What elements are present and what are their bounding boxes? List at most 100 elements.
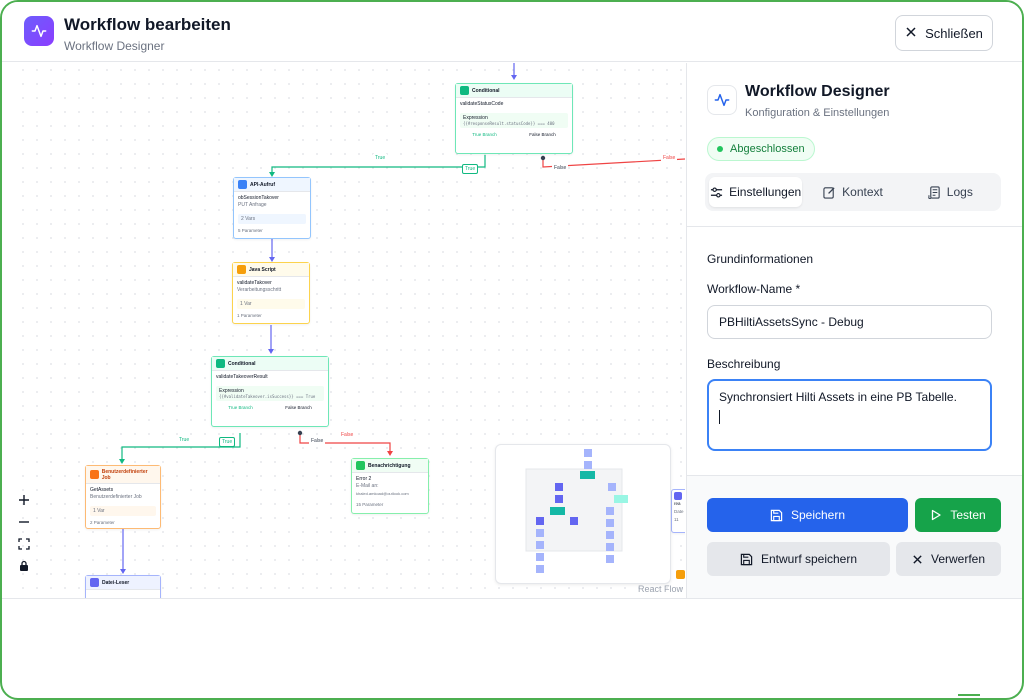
node-params: 11: [674, 517, 679, 522]
tab-label: Logs: [946, 185, 973, 199]
activity-icon: [707, 85, 737, 115]
node-file-reader[interactable]: Datei-Leser: [85, 575, 161, 598]
node-info: validateTakover Verarbeitungsschritt: [233, 277, 309, 297]
status-dot-icon: [717, 146, 723, 152]
description-value: Synchronsiert Hilti Assets in eine PB Ta…: [719, 390, 957, 404]
lock-button[interactable]: [16, 555, 32, 577]
node-header: Benutzerdefinierter Job: [86, 466, 160, 484]
node-type: Conditional: [228, 360, 256, 367]
node-name: obSessionTakover: [238, 195, 279, 201]
node-type: Java Script: [249, 266, 276, 273]
node-partial[interactable]: rea Date 11: [671, 489, 685, 533]
node-params: 2 Parameter: [90, 520, 115, 525]
description-textarea[interactable]: Synchronsiert Hilti Assets in eine PB Ta…: [707, 379, 992, 451]
branch-icon: [216, 359, 225, 368]
zoom-in-button[interactable]: [16, 489, 32, 511]
node-info: GetAssets Benutzerdefinierter Job: [86, 484, 160, 504]
node-params: 1 Parameter: [237, 313, 262, 318]
edge-label-true: True: [177, 436, 192, 444]
app-window: Workflow bearbeiten Workflow Designer Sc…: [0, 0, 1024, 700]
scroll-icon: [928, 185, 940, 199]
edge-label-true: True: [373, 154, 388, 162]
header: Workflow bearbeiten Workflow Designer Sc…: [2, 2, 1022, 62]
false-branch-label: False Branch: [529, 132, 556, 137]
edge-label-true: True: [219, 437, 236, 447]
node-header: Datei-Leser: [86, 576, 160, 590]
false-branch-label: False Branch: [285, 405, 312, 410]
save-label: Speichern: [790, 508, 846, 522]
node-header: Conditional: [456, 84, 572, 98]
file-icon: [90, 578, 99, 587]
minus-icon: [19, 521, 29, 523]
true-branch-label: True Branch: [228, 405, 253, 410]
code-icon: [676, 570, 685, 579]
fit-view-button[interactable]: [16, 533, 32, 555]
lock-icon: [20, 560, 28, 571]
node-params: 5 Parameter: [238, 228, 263, 233]
section-title: Grundinformationen: [707, 252, 814, 266]
node-type: Benachrichtigung: [368, 462, 411, 469]
node-javascript[interactable]: Java Script validateTakover Verarbeitung…: [232, 262, 310, 324]
node-name: rea: [674, 501, 681, 506]
job-icon: [90, 470, 99, 479]
sliders-icon: [711, 186, 723, 198]
tab-label: Kontext: [842, 185, 883, 199]
test-button[interactable]: Testen: [915, 498, 1001, 532]
panel-title: Workflow Designer: [745, 83, 890, 100]
code-icon: [237, 265, 246, 274]
globe-icon: [238, 180, 247, 189]
discard-label: Verwerfen: [930, 552, 986, 566]
workflow-name-input[interactable]: PBHiltiAssetsSync - Debug: [707, 305, 992, 339]
node-notification[interactable]: Benachrichtigung Error 2 E-Mail an: khal…: [351, 458, 429, 514]
node-conditional[interactable]: Conditional validateStatusCode Expressio…: [455, 83, 573, 154]
save-icon: [770, 509, 783, 521]
minimap[interactable]: [495, 444, 671, 584]
play-icon: [932, 509, 941, 521]
node-info: Error 2 E-Mail an: khaled.amkoad@outlook…: [352, 473, 428, 500]
close-icon: [905, 26, 917, 41]
node-custom-job[interactable]: Benutzerdefinierter Job GetAssets Benutz…: [85, 465, 161, 529]
workflow-name-label: Workflow-Name *: [707, 282, 801, 296]
save-icon: [740, 553, 753, 565]
node-desc: Date: [674, 509, 684, 514]
node-type: Benutzerdefinierter Job: [101, 468, 148, 481]
node-info: obSessionTakover PUT Anfrage: [234, 192, 310, 212]
node-api-call[interactable]: API-Aufruf obSessionTakover PUT Anfrage …: [233, 177, 311, 239]
zoom-out-button[interactable]: [16, 511, 32, 533]
node-type: API-Aufruf: [250, 181, 275, 188]
branch-icon: [460, 86, 469, 95]
tab-kontext[interactable]: Kontext: [806, 177, 899, 207]
save-draft-button[interactable]: Entwurf speichern: [707, 542, 890, 576]
expression-value: {{#validateTakeover.isSuccess}} === True: [219, 394, 316, 399]
file-icon: [674, 492, 682, 500]
test-label: Testen: [950, 508, 986, 522]
close-label: Schließen: [925, 25, 983, 41]
node-email: khaled.amkoad@outlook.com: [356, 491, 409, 496]
text-caret: [719, 410, 720, 424]
save-button[interactable]: Speichern: [707, 498, 908, 532]
close-button[interactable]: Schließen: [895, 15, 993, 51]
tab-label: Einstellungen: [729, 185, 802, 199]
edge-label-false: False: [309, 437, 326, 445]
react-flow-attribution[interactable]: React Flow: [638, 584, 683, 594]
tab-logs[interactable]: Logs: [904, 177, 997, 207]
node-conditional[interactable]: Conditional validateTakeoverResult Expre…: [211, 356, 329, 427]
status-label: Abgeschlossen: [730, 143, 805, 155]
tab-einstellungen[interactable]: Einstellungen: [709, 177, 803, 207]
node-header: API-Aufruf: [234, 178, 310, 192]
save-draft-label: Entwurf speichern: [760, 552, 858, 566]
divider: [687, 226, 1022, 227]
discard-button[interactable]: Verwerfen: [896, 542, 1001, 576]
node-desc: Benutzerdefinierter Job: [90, 494, 142, 500]
edit-icon: [823, 186, 835, 199]
edge-label-false: False: [552, 164, 569, 172]
page-title: Workflow bearbeiten: [64, 15, 231, 34]
node-vars: 1 Var: [237, 299, 305, 309]
edge-label-false: False: [661, 154, 678, 162]
workflow-canvas[interactable]: True True False False True True False Fa…: [16, 63, 685, 598]
divider: [2, 598, 1022, 599]
status-badge: Abgeschlossen: [707, 137, 815, 161]
node-type: Conditional: [472, 87, 500, 94]
node-name: validateTakover: [237, 280, 272, 286]
node-type: Datei-Leser: [102, 579, 130, 586]
